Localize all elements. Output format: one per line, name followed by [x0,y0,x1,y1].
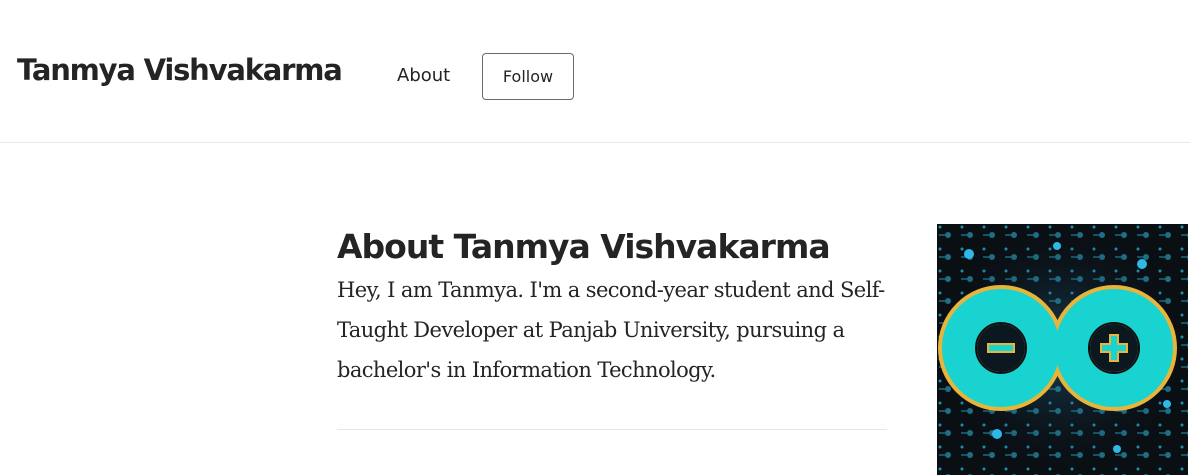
brand-name[interactable]: Tanmya Vishvakarma [17,53,343,87]
follow-button[interactable]: Follow [482,53,574,100]
page-title: About Tanmya Vishvakarma [337,227,831,266]
arduino-logo-icon [937,224,1188,475]
section-divider [337,429,887,430]
profile-avatar [937,224,1188,475]
nav-about-link[interactable]: About [397,65,450,86]
top-navigation-bar: Tanmya Vishvakarma About Follow [0,0,1190,143]
bio-text: Hey, I am Tanmya. I'm a second-year stud… [337,278,885,382]
